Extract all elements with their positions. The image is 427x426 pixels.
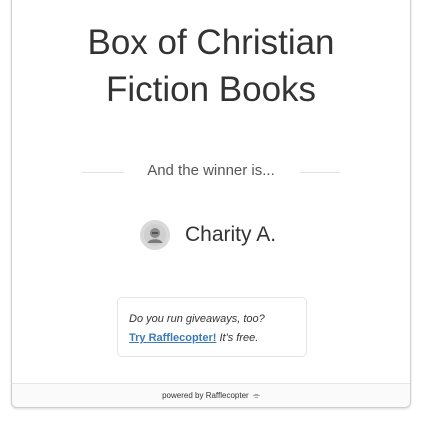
winner-name: Charity A. (185, 223, 277, 246)
footer: powered by Rafflecopter ⌯ (12, 383, 410, 407)
giveaway-title-line-1: Box of Christian (87, 23, 335, 62)
promo-question: Do you run giveaways, too? (129, 313, 265, 325)
promo-box: Do you run giveaways, too? Try Rafflecop… (117, 297, 307, 357)
powered-by-link[interactable]: powered by Rafflecopter (162, 391, 249, 400)
user-avatar-icon (140, 220, 170, 250)
divider-right (300, 172, 340, 173)
rafflecopter-logo-icon: ⌯ (252, 390, 260, 400)
giveaway-title: Box of Christian Fiction Books (12, 19, 410, 113)
promo-suffix: It's free. (216, 332, 259, 344)
winner-heading-row: And the winner is... (12, 161, 410, 181)
winner-heading: And the winner is... (147, 162, 275, 179)
promo-cta: Try Rafflecopter! It's free. (129, 329, 306, 348)
winner-entry: Charity A. (140, 219, 276, 251)
giveaway-widget: Box of Christian Fiction Books And the w… (11, 0, 411, 408)
giveaway-title-line-2: Fiction Books (105, 70, 317, 109)
try-rafflecopter-link[interactable]: Try Rafflecopter! (129, 332, 216, 344)
